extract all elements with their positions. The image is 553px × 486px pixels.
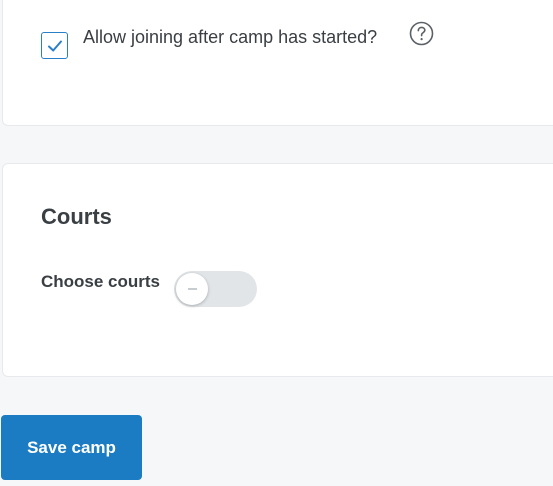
question-circle-icon[interactable] bbox=[409, 21, 434, 46]
allow-late-join-label[interactable]: Allow joining after camp has started? bbox=[83, 27, 377, 48]
allow-late-join-checkbox[interactable] bbox=[41, 32, 68, 59]
join-settings-card: Allow joining after camp has started? bbox=[2, 0, 553, 126]
toggle-knob bbox=[176, 273, 208, 305]
save-camp-button[interactable]: Save camp bbox=[1, 415, 142, 480]
checkmark-icon bbox=[47, 40, 62, 51]
choose-courts-label: Choose courts bbox=[41, 272, 161, 291]
choose-courts-toggle[interactable] bbox=[174, 271, 257, 307]
minus-icon bbox=[187, 288, 197, 290]
courts-card: Courts Choose courts bbox=[2, 163, 553, 377]
courts-section-title: Courts bbox=[41, 204, 112, 229]
